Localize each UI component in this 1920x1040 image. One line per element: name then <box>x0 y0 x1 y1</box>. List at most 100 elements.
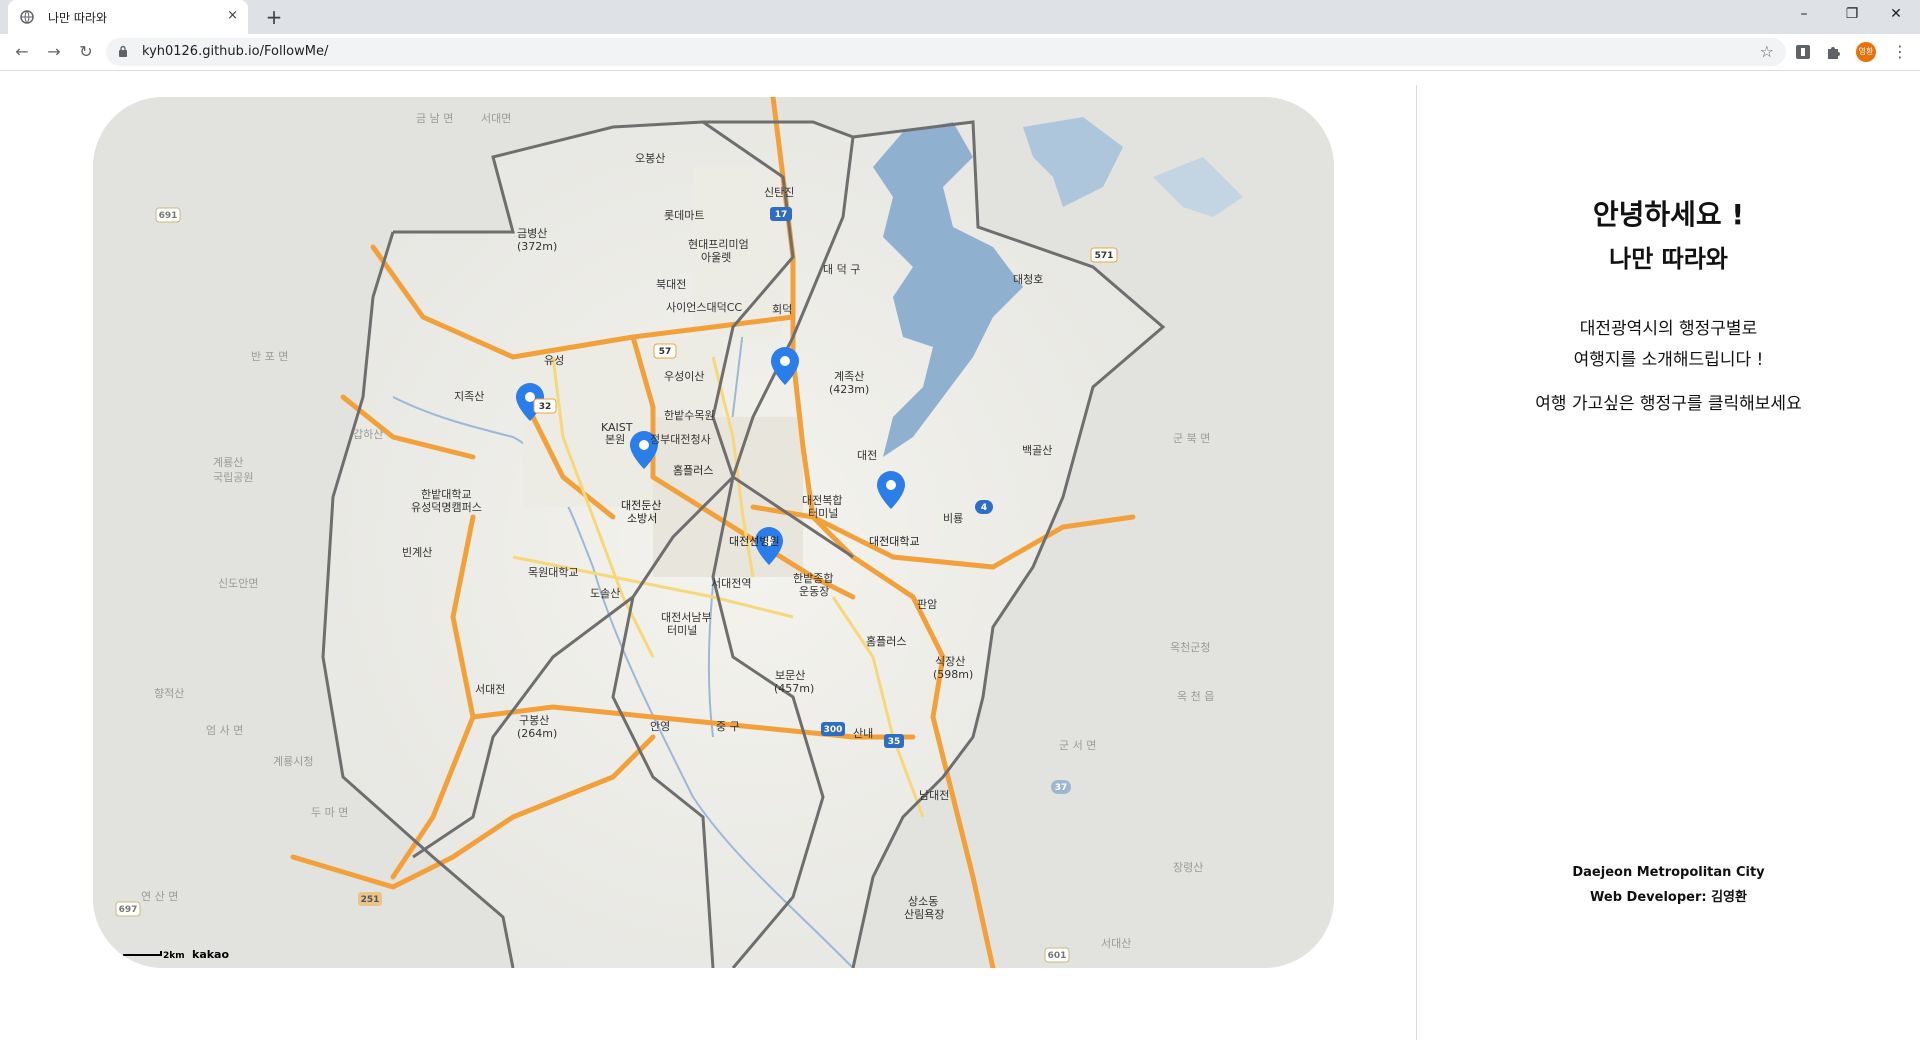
label-dumamyeon: 두 마 면 <box>311 806 348 819</box>
svg-text:697: 697 <box>119 905 138 915</box>
label-sannae: 산내 <box>853 727 873 740</box>
svg-text:35: 35 <box>888 737 901 747</box>
svg-text:4: 4 <box>981 503 987 513</box>
route-badge-300: 300 <box>821 722 845 736</box>
label-bomunsan-height: (457m) <box>774 682 814 695</box>
scale-label: 2km <box>163 951 185 961</box>
label-hoedeok: 회덕 <box>772 303 792 316</box>
forward-button[interactable]: → <box>44 42 64 61</box>
route-badge-697: 697 <box>115 901 141 917</box>
label-namdaejeon: 남대전 <box>919 789 949 802</box>
route-badge-35: 35 <box>884 734 904 748</box>
address-bar[interactable]: kyh0126.github.io/FollowMe/ ☆ <box>106 38 1786 66</box>
svg-text:37: 37 <box>1055 783 1068 793</box>
label-seodaemyeon: 서대면 <box>481 112 511 125</box>
label-sunbyeong: 대전선병원 <box>729 535 780 548</box>
lock-icon <box>119 45 127 57</box>
svg-text:17: 17 <box>775 210 788 220</box>
label-gyejoksan-height: (423m) <box>829 383 869 396</box>
daejeon-map[interactable]: 32 57 17 571 4 300 35 691 697 251 601 37… <box>93 97 1334 968</box>
label-yuseong-ic: 유성 <box>544 354 564 367</box>
label-hwangjeong: 향적산 <box>154 687 184 700</box>
url-text: kyh0126.github.io/FollowMe/ <box>142 44 329 59</box>
label-gyeryong-city: 계룡시청 <box>273 755 313 768</box>
label-sintanjin: 신탄진 <box>764 186 794 199</box>
label-panam: 판암 <box>917 598 937 611</box>
greeting-heading: 안녕하세요 ! <box>1592 198 1745 231</box>
label-sangso-2: 산림욕장 <box>904 908 944 921</box>
label-anyeong: 안영 <box>650 720 670 733</box>
label-geumbyeongsan-height: (372m) <box>517 240 557 253</box>
label-dunsan-fire-2: 소방서 <box>627 512 657 525</box>
tab-title: 나만 따라와 <box>48 11 108 25</box>
label-bingyesan: 빈계산 <box>402 546 432 559</box>
label-hanbat-univ: 한밭대학교 <box>421 488 472 501</box>
close-window-button[interactable]: ✕ <box>1876 6 1916 22</box>
intro-panel: 안녕하세요 ! 나만 따라와 대전광역시의 행정구별로 여행지를 소개해드립니다… <box>1417 71 1920 1040</box>
label-hanbat-univ-2: 유성덕명캠퍼스 <box>411 501 482 514</box>
label-homeplus: 홈플러스 <box>673 463 713 477</box>
route-badge-57: 57 <box>653 343 677 359</box>
label-sangso: 상소동 <box>908 895 938 908</box>
label-jijoksan: 지족산 <box>454 390 484 403</box>
svg-text:32: 32 <box>539 402 552 412</box>
bookmark-star-icon[interactable]: ☆ <box>1760 42 1774 61</box>
label-okcheonup: 옥 천 읍 <box>1177 689 1214 703</box>
label-junggu: 중 구 <box>716 720 740 733</box>
route-badge-4: 4 <box>975 500 993 514</box>
active-tab[interactable]: 나만 따라와 × <box>8 0 248 34</box>
label-lottemart: 롯데마트 <box>664 209 704 222</box>
label-geumnammyeon: 금 남 면 <box>416 112 453 125</box>
label-seodaejeon-station: 서대전역 <box>711 577 751 590</box>
svg-text:251: 251 <box>361 895 380 905</box>
page-content: 32 57 17 571 4 300 35 691 697 251 601 37… <box>0 71 1920 1040</box>
svg-text:57: 57 <box>659 347 672 357</box>
kakao-logo: kakao <box>192 948 229 961</box>
label-yeonsanmyeon: 연 산 면 <box>141 890 178 903</box>
label-gunbuk: 군 북 면 <box>1173 432 1210 445</box>
extension-icon[interactable] <box>1794 43 1812 61</box>
label-complex-terminal: 대전복합 <box>802 494 842 507</box>
label-eomsa: 엄 사 면 <box>206 724 243 737</box>
footer-developer: Web Developer: 김영환 <box>1590 890 1747 905</box>
profile-avatar[interactable]: 영환 <box>1856 42 1876 62</box>
label-hyundai-outlet-2: 아울렛 <box>701 251 731 264</box>
route-badge-571: 571 <box>1090 247 1118 263</box>
label-daecheongho: 대청호 <box>1013 273 1043 286</box>
label-geumbyeongsan: 금병산 <box>517 227 547 240</box>
label-gyeryongsan: 계룡산 <box>213 456 243 469</box>
label-gapsan: 갑하산 <box>353 427 383 441</box>
puzzle-icon[interactable] <box>1824 43 1842 61</box>
route-badge-691: 691 <box>155 207 181 223</box>
restore-button[interactable]: ❐ <box>1832 6 1872 22</box>
intro-text-line2: 여행지를 소개해드립니다 ! <box>1573 350 1764 370</box>
label-dosolsan: 도솔산 <box>590 587 620 600</box>
label-sikjangsan: 식장산 <box>935 655 965 668</box>
label-seodaejeon-ic: 서대전 <box>475 683 505 696</box>
label-gyeryongsan-2: 국립공원 <box>213 471 253 484</box>
svg-text:571: 571 <box>1095 251 1114 261</box>
label-obongsan: 오봉산 <box>635 152 665 165</box>
label-baekgolsan: 백골산 <box>1022 444 1052 457</box>
svg-text:300: 300 <box>824 725 843 735</box>
label-science-cc: 사이언스대덕CC <box>666 301 742 314</box>
label-mokwon: 목원대학교 <box>528 566 579 579</box>
label-dunsan-fire: 대전둔산 <box>621 499 661 512</box>
label-complex-terminal-2: 터미널 <box>808 507 838 520</box>
new-tab-button[interactable]: + <box>262 5 286 29</box>
minimize-button[interactable]: – <box>1784 6 1824 22</box>
label-gyejoksan: 계족산 <box>834 370 864 383</box>
intro-text-line1: 대전광역시의 행정구별로 <box>1579 319 1758 339</box>
browser-menu-icon[interactable]: ⋮ <box>1892 42 1908 61</box>
browser-toolbar: ← → ↻ kyh0126.github.io/FollowMe/ ☆ 영환 ⋮ <box>0 34 1920 71</box>
back-button[interactable]: ← <box>12 42 32 61</box>
svg-text:691: 691 <box>159 211 178 221</box>
label-bukdaejeon: 북대전 <box>656 278 686 291</box>
call-to-action-text: 여행 가고싶은 행정구를 클릭해보세요 <box>1535 394 1802 414</box>
tab-strip: 나만 따라와 × + – ❐ ✕ <box>0 0 1920 34</box>
tab-close-icon[interactable]: × <box>227 8 238 23</box>
label-okcheon: 옥천군청 <box>1170 640 1210 654</box>
map-canvas: 32 57 17 571 4 300 35 691 697 251 601 37… <box>93 97 1334 968</box>
reload-button[interactable]: ↻ <box>76 42 96 61</box>
label-kaist-2: 본원 <box>605 433 625 446</box>
